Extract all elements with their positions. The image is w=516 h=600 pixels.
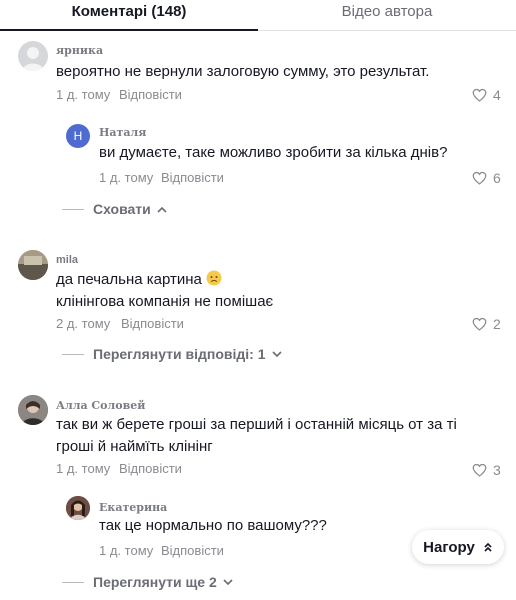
comment-time: 1 д. тому — [56, 87, 111, 102]
reply-button[interactable]: Відповісти — [119, 461, 182, 476]
comment-time: 1 д. тому — [99, 543, 154, 558]
comment-text-line: клінінгова компанія не помішає — [56, 293, 274, 310]
sad-face-icon — [206, 270, 222, 286]
comment-username[interactable]: mila — [56, 254, 78, 266]
divider-line — [62, 581, 84, 583]
view-more-label: Переглянути ще 2 — [93, 574, 217, 590]
view-replies-button[interactable]: Переглянути відповіді: 1 — [62, 346, 282, 362]
back-to-top-button[interactable]: Нагору — [412, 530, 504, 564]
like-button[interactable]: 3 — [472, 462, 501, 478]
comment-text-line: да печальна картина — [56, 271, 202, 288]
avatar[interactable] — [18, 250, 48, 280]
hide-replies-label: Сховати — [93, 201, 151, 217]
divider-line — [62, 353, 84, 355]
like-button[interactable]: 4 — [472, 87, 501, 103]
tab-author-video[interactable]: Відео автора — [258, 0, 516, 30]
comment-text: ви думаєте, таке можливо зробити за кіль… — [99, 144, 448, 161]
comment-text: да печальна картина клінінгова компанія … — [56, 269, 273, 313]
comment-text-line: гроші й наймїть клінінг — [56, 438, 213, 455]
divider-line — [62, 208, 84, 210]
avatar[interactable] — [18, 395, 48, 425]
chevron-down-icon — [223, 578, 233, 585]
avatar[interactable] — [66, 496, 90, 520]
chevron-down-icon — [271, 350, 282, 357]
heart-icon — [472, 463, 487, 477]
like-button[interactable]: 2 — [472, 316, 501, 332]
comment-username[interactable]: Екатерина — [99, 501, 167, 514]
comment-tabs: Коментарі (148) Відео автора — [0, 0, 516, 31]
double-chevron-up-icon — [484, 542, 492, 552]
comment-time: 1 д. тому — [99, 170, 154, 185]
heart-icon — [472, 88, 487, 102]
tab-comments[interactable]: Коментарі (148) — [0, 0, 258, 31]
like-count: 4 — [493, 87, 501, 103]
comment-text: вероятно не вернули залоговую сумму, это… — [56, 63, 430, 80]
avatar[interactable]: Н — [66, 124, 90, 148]
heart-icon — [472, 317, 487, 331]
avatar[interactable] — [18, 41, 48, 71]
comment-time: 1 д. тому — [56, 461, 111, 476]
comment-username[interactable]: Наталя — [99, 126, 146, 139]
chevron-up-icon — [157, 206, 167, 213]
like-button[interactable]: 6 — [472, 170, 501, 186]
reply-button[interactable]: Відповісти — [119, 87, 182, 102]
comment-text-line: так ви ж берете гроші за перший і останн… — [56, 416, 457, 433]
hide-replies-button[interactable]: Сховати — [62, 201, 167, 217]
reply-button[interactable]: Відповісти — [161, 543, 224, 558]
like-count: 2 — [493, 316, 501, 332]
view-more-replies-button[interactable]: Переглянути ще 2 — [62, 574, 233, 590]
comment-username[interactable]: Алла Соловей — [56, 399, 145, 412]
reply-button[interactable]: Відповісти — [121, 316, 184, 331]
comment-text: так це нормально по вашому??? — [99, 517, 327, 534]
comment-username[interactable]: ярника — [56, 44, 103, 57]
comment-time: 2 д. тому — [56, 316, 111, 331]
reply-button[interactable]: Відповісти — [161, 170, 224, 185]
comment-text: так ви ж берете гроші за перший і останн… — [56, 414, 457, 458]
heart-icon — [472, 171, 487, 185]
like-count: 6 — [493, 170, 501, 186]
view-replies-label: Переглянути відповіді: 1 — [93, 346, 266, 362]
back-to-top-label: Нагору — [423, 538, 475, 556]
like-count: 3 — [493, 462, 501, 478]
